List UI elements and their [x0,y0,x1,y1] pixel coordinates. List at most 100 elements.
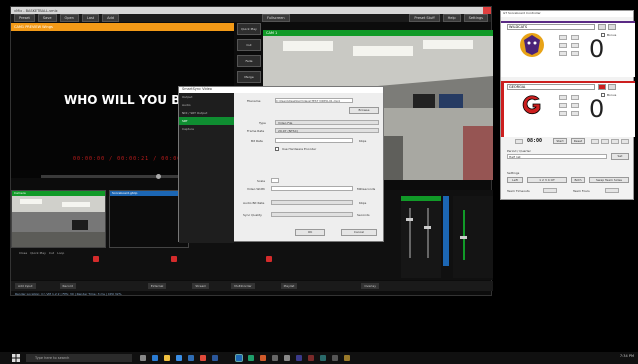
away-plus-1[interactable] [559,95,567,100]
home-minus-1[interactable] [571,43,579,48]
input-scoreboard[interactable]: Scoreboard.gtzip [109,190,189,248]
app-icon-9[interactable] [344,355,350,361]
chrome-icon[interactable] [200,355,206,361]
taskbar-search-input[interactable]: Type here to search [26,354,132,362]
scrub-handle[interactable] [156,174,161,179]
audio-bitrate-select[interactable] [271,200,353,205]
clock-start-button[interactable]: Start [553,138,567,144]
sidebar-item-output[interactable]: Output [179,93,234,101]
start-icon[interactable] [12,354,20,362]
input2-record-indicator[interactable] [171,256,177,262]
clock-icon-4[interactable] [621,139,629,144]
width-field[interactable] [271,186,353,191]
scale-field[interactable] [271,178,279,183]
meter2-fader-handle[interactable] [460,236,467,239]
vmix-icon[interactable] [235,354,243,362]
mail-icon[interactable] [188,355,194,361]
home-options-button[interactable] [608,24,616,30]
possession-left-button[interactable]: Left [507,177,523,183]
frame-rate-select[interactable]: 29.97 (NTSC) [275,128,379,133]
merge-button[interactable]: Merge [237,71,261,83]
close-icon[interactable] [483,7,491,14]
home-reset[interactable] [559,51,567,56]
clock-icon-2[interactable] [601,139,609,144]
app-icon-8[interactable] [332,355,338,361]
home-plus-2[interactable] [571,35,579,40]
app-icon-1[interactable] [248,355,254,361]
explorer-icon[interactable] [164,355,170,361]
hardware-checkbox[interactable] [275,147,279,151]
help-button[interactable]: Help [442,14,461,22]
period-field[interactable]: Half 1st [507,154,607,159]
swap-sides-button[interactable]: Swap Team Sides [589,177,629,183]
fouls-spinner[interactable] [605,188,619,193]
clock-icon-3[interactable] [611,139,619,144]
app-icon-2[interactable] [260,355,266,361]
home-plus-1[interactable] [559,35,567,40]
input-camera[interactable]: Camera [11,190,106,248]
bit-rate-field[interactable] [275,138,353,143]
fullscreen-button[interactable]: Fullscreen [261,14,290,22]
clock-icon-1[interactable] [591,139,599,144]
multicorder-button[interactable]: MultiCorder [231,283,255,289]
scrub-bar[interactable] [41,174,201,179]
sidebar-item-srt[interactable]: SRT [179,117,234,125]
period-set-button[interactable]: Set [611,153,629,160]
menu-last[interactable]: Last [81,14,100,22]
home-plus-3[interactable] [559,43,567,48]
timeouts-spinner[interactable] [543,188,557,193]
loop-control[interactable]: Loop [57,251,64,255]
away-plus-3[interactable] [559,103,567,108]
period-selector[interactable]: 1 2 3 4 OT [527,177,567,183]
overlay-button[interactable]: Overlay [361,283,379,289]
stream-button[interactable]: Stream [192,283,210,289]
menu-add[interactable]: Add [102,14,119,22]
add-input-button[interactable]: Add Input [15,283,36,289]
away-plus-2[interactable] [571,95,579,100]
app-icon-5[interactable] [296,355,302,361]
word-icon[interactable] [212,355,218,361]
record-button[interactable]: Record [59,283,76,289]
ok-button[interactable]: OK [295,229,325,236]
settings-button[interactable]: Settings [463,14,488,22]
sidebar-item-audio[interactable]: Audio [179,101,234,109]
app-icon-7[interactable] [320,355,326,361]
clock-minus-button[interactable] [515,139,523,144]
menu-save[interactable]: Save [37,14,57,22]
filename-field[interactable]: C:\Users\Desktop\Videos\TEST VIDEO-01.mp… [275,98,353,103]
type-select[interactable]: Video File [275,120,379,125]
away-color-picker[interactable] [598,84,606,90]
away-minus-1[interactable] [571,103,579,108]
external-button[interactable]: External [147,283,167,289]
sync-quality-select[interactable] [271,212,353,217]
away-bonus-checkbox[interactable] [601,93,605,97]
input3-record-indicator[interactable] [266,256,272,262]
clock-reset-button[interactable]: Reset [571,138,585,144]
edge-icon[interactable] [152,355,158,361]
cut-control[interactable]: Cut [49,251,54,255]
away-team-name[interactable]: GEORGIA [507,84,595,90]
quick-play-button[interactable]: Quick Play [237,23,261,35]
master-fader-handle[interactable] [406,218,413,221]
sidebar-item-ndi[interactable]: NDI / SRT Output [179,109,234,117]
possession-both-button[interactable]: Both [571,177,585,183]
menu-open[interactable]: Open [59,14,79,22]
task-view-icon[interactable] [140,355,146,361]
quick-play-control[interactable]: Quick Play [30,251,46,255]
aux-fader-handle[interactable] [424,226,431,229]
taskbar-clock[interactable]: 7:34 PM [620,354,634,358]
home-bonus-checkbox[interactable] [601,33,605,37]
cut-button[interactable]: Cut [237,39,261,51]
fade-button[interactable]: Fade [237,55,261,67]
home-set[interactable] [571,51,579,56]
home-color-picker[interactable] [598,24,606,30]
preset-stuff-button[interactable]: Preset Stuff [409,14,440,22]
app-icon-3[interactable] [272,355,278,361]
away-options-button[interactable] [608,84,616,90]
away-reset[interactable] [559,111,567,116]
maximize-icon[interactable] [475,7,483,14]
home-team-name[interactable]: WILDCATS [507,24,595,30]
minimize-icon[interactable] [467,7,475,14]
playlist-button[interactable]: Playlist [280,283,298,289]
sidebar-item-capture[interactable]: Capture [179,125,234,133]
